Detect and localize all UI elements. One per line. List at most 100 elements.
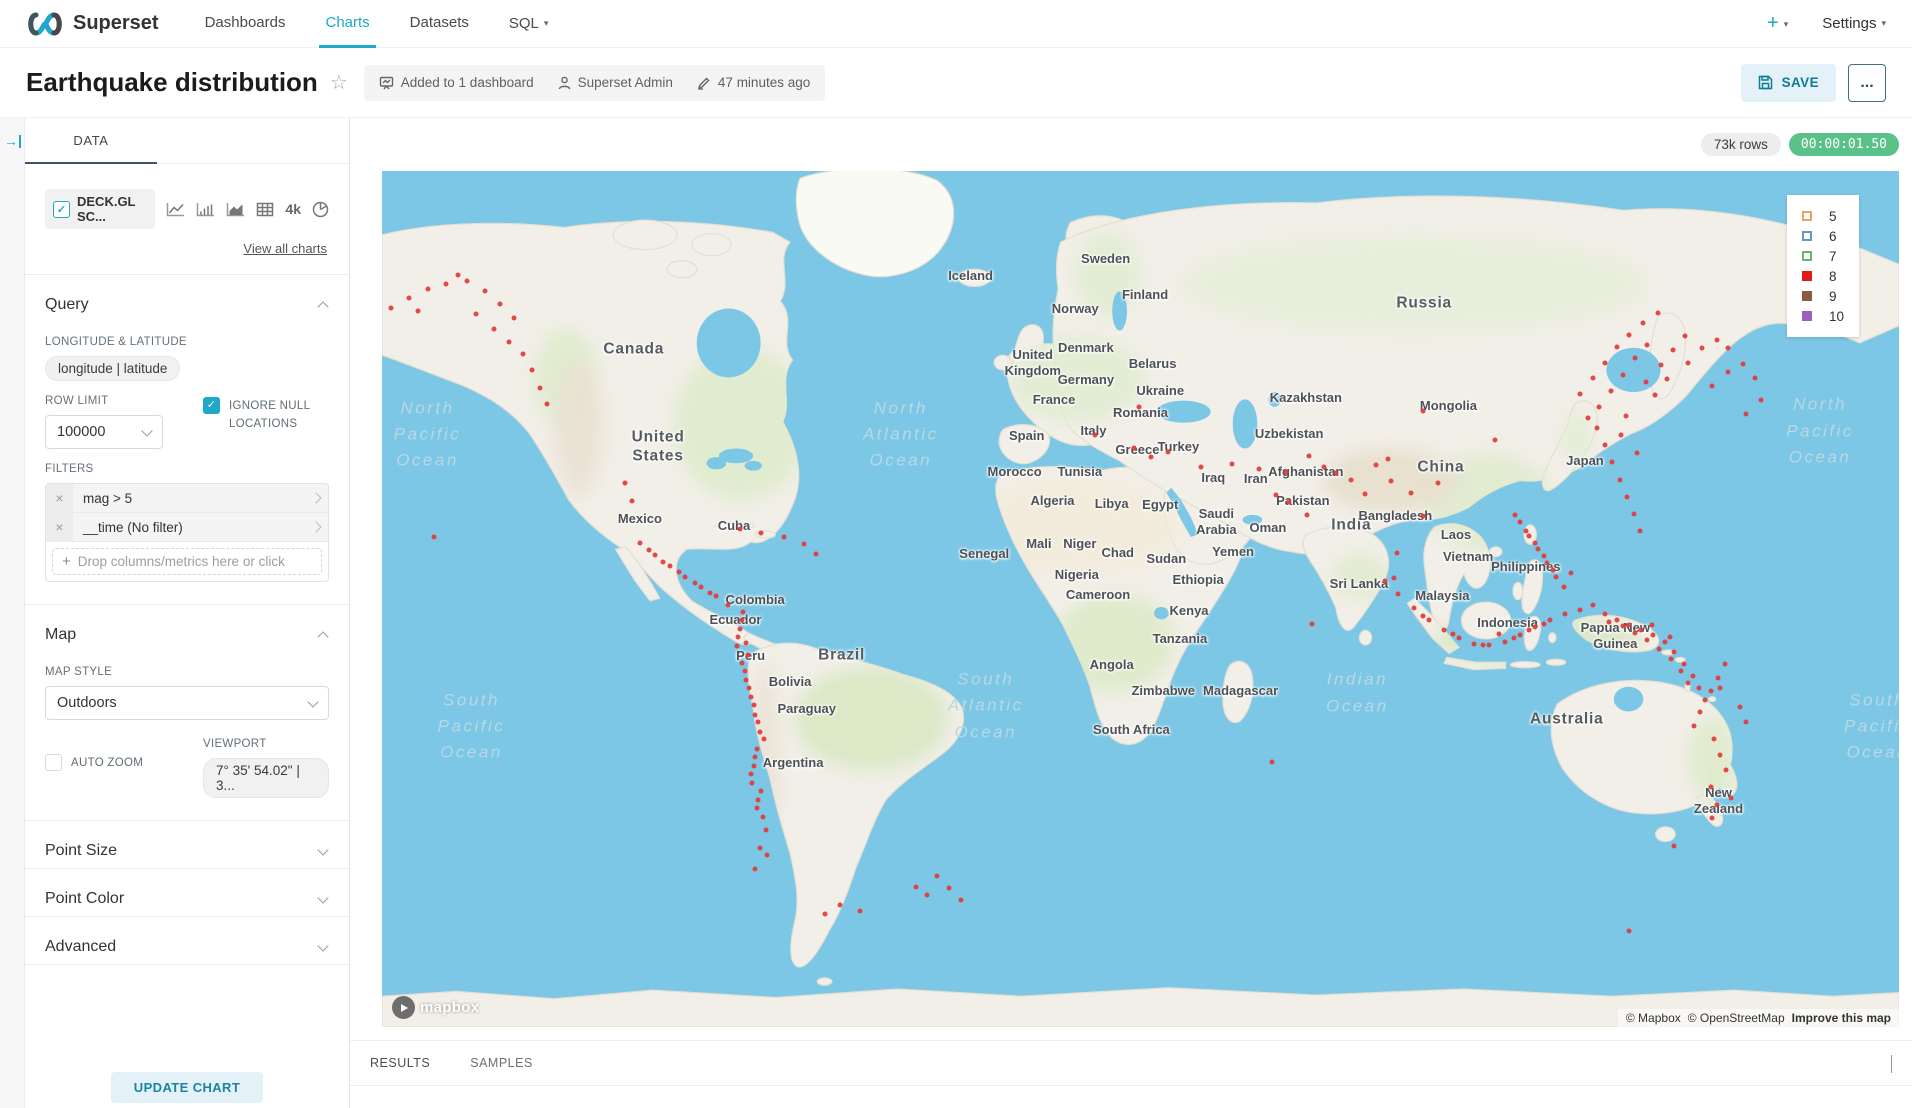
mapbox-logo[interactable]: mapbox (392, 996, 479, 1019)
legend-label: 10 (1829, 309, 1844, 324)
section-point-size[interactable]: Point Size (45, 821, 329, 868)
section-map[interactable]: Map (45, 605, 329, 652)
legend-row: 7 (1802, 246, 1844, 266)
earthquake-dot (838, 903, 843, 908)
earthquake-dot (425, 287, 430, 292)
earthquake-dot (1698, 709, 1703, 714)
deckgl-map[interactable]: NorthPacificOceanNorthAtlanticOceanNorth… (382, 171, 1899, 1027)
mapbox-logo-icon (392, 996, 415, 1019)
earthquake-dot (1623, 413, 1628, 418)
filter-pill[interactable]: ×mag > 5 (46, 484, 328, 513)
earthquake-dot (1626, 333, 1631, 338)
earthquake-dot (751, 703, 756, 708)
ignore-null-checkbox[interactable]: ✓ (203, 397, 220, 414)
more-viz-count[interactable]: 4k (285, 201, 301, 217)
earthquake-dot (1411, 605, 1416, 610)
section-point-color[interactable]: Point Color (45, 869, 329, 916)
earthquake-dot (1672, 650, 1677, 655)
viewport-label: VIEWPORT (203, 738, 329, 750)
map-style-select[interactable]: Outdoors (45, 686, 329, 720)
earthquake-dot (745, 652, 750, 657)
dashboards-meta[interactable]: Added to 1 dashboard (379, 75, 534, 90)
expand-panel-icon[interactable]: → (4, 133, 21, 149)
earthquake-dot (1634, 451, 1639, 456)
superset-logo[interactable]: Superset (26, 12, 159, 36)
checkbox-checked-icon[interactable]: ✓ (53, 201, 70, 218)
mapbox-attribution-link[interactable]: © Mapbox (1626, 1011, 1681, 1025)
earthquake-dot (1165, 449, 1170, 454)
earthquake-dot (1649, 622, 1654, 627)
filter-pill[interactable]: ×__time (No filter) (46, 513, 328, 542)
nav-item-datasets[interactable]: Datasets (410, 0, 469, 48)
earthquake-dot (1551, 567, 1556, 572)
improve-map-link[interactable]: Improve this map (1792, 1011, 1891, 1025)
more-actions-button[interactable]: ... (1848, 64, 1886, 102)
update-chart-button[interactable]: UPDATE CHART (111, 1072, 263, 1103)
map-style-label: MAP STYLE (45, 666, 329, 678)
earthquake-dot (1149, 454, 1154, 459)
earthquake-dot (646, 548, 651, 553)
earthquake-dot (1284, 470, 1289, 475)
owner-meta[interactable]: Superset Admin (558, 75, 673, 90)
line-chart-icon[interactable] (166, 202, 185, 217)
filter-expand-icon[interactable] (304, 523, 328, 531)
legend-label: 6 (1829, 229, 1837, 244)
area-chart-icon[interactable] (226, 202, 245, 217)
tab-samples[interactable]: SAMPLES (470, 1056, 533, 1070)
earthquake-dot (443, 281, 448, 286)
data-panel: DATA ✓ DECK.GL SC... 4k View (25, 118, 350, 1108)
earthquake-dot (736, 634, 741, 639)
earthquake-dot (1640, 321, 1645, 326)
table-icon[interactable] (256, 202, 274, 217)
auto-zoom-checkbox[interactable]: ✓ (45, 754, 62, 771)
dashboard-icon (379, 76, 394, 90)
earthquake-dot (757, 729, 762, 734)
tab-results[interactable]: RESULTS (370, 1056, 430, 1070)
earthquake-dot (1542, 621, 1547, 626)
earthquake-dot (1457, 636, 1462, 641)
earthquake-dot (1502, 639, 1507, 644)
osm-attribution-link[interactable]: © OpenStreetMap (1688, 1011, 1785, 1025)
nav-item-dashboards[interactable]: Dashboards (205, 0, 286, 48)
earthquake-dot (782, 535, 787, 540)
earthquake-dot (637, 540, 642, 545)
earthquake-dot (759, 531, 764, 536)
new-item-button[interactable]: +▾ (1767, 12, 1788, 35)
earthquake-dot (1714, 803, 1719, 808)
lon-lat-value[interactable]: longitude | latitude (45, 356, 180, 381)
earthquake-dot (734, 644, 739, 649)
viz-type-selected[interactable]: ✓ DECK.GL SC... (45, 189, 155, 229)
remove-filter-icon[interactable]: × (46, 513, 73, 542)
last-modified-meta[interactable]: 47 minutes ago (697, 75, 810, 90)
tab-data[interactable]: DATA (25, 118, 157, 164)
collapse-results-icon[interactable] (1891, 1055, 1892, 1073)
bar-chart-icon[interactable] (196, 202, 215, 217)
favorite-star-icon[interactable]: ☆ (330, 70, 348, 95)
section-label: Advanced (45, 938, 116, 956)
section-label: Point Size (45, 842, 117, 860)
earthquake-dot (1596, 405, 1601, 410)
pie-chart-icon[interactable] (312, 201, 329, 218)
earthquake-dot (1517, 519, 1522, 524)
earthquake-dot (753, 866, 758, 871)
earthquake-dot (1724, 768, 1729, 773)
earthquake-dot (1435, 480, 1440, 485)
view-all-charts-link[interactable]: View all charts (45, 241, 327, 256)
row-limit-select[interactable]: 100000 (45, 415, 163, 449)
viewport-value[interactable]: 7° 35' 54.02" | 3... (203, 758, 329, 798)
earthquake-dot (1132, 446, 1137, 451)
save-button[interactable]: SAVE (1741, 64, 1836, 102)
remove-filter-icon[interactable]: × (46, 484, 73, 513)
earthquake-dot (1683, 334, 1688, 339)
nav-item-charts[interactable]: Charts (325, 0, 369, 48)
section-query[interactable]: Query (45, 275, 329, 322)
filter-expand-icon[interactable] (304, 494, 328, 502)
filter-drop-zone[interactable]: + Drop columns/metrics here or click (52, 548, 322, 575)
earthquake-dot (1586, 415, 1591, 420)
chevron-down-icon: ▾ (544, 18, 549, 28)
settings-menu[interactable]: Settings▾ (1822, 15, 1886, 33)
section-advanced[interactable]: Advanced (45, 917, 329, 964)
nav-item-sql[interactable]: SQL▾ (509, 0, 549, 48)
results-tabs: RESULTS SAMPLES (350, 1041, 1912, 1086)
earthquake-dot (738, 626, 743, 631)
